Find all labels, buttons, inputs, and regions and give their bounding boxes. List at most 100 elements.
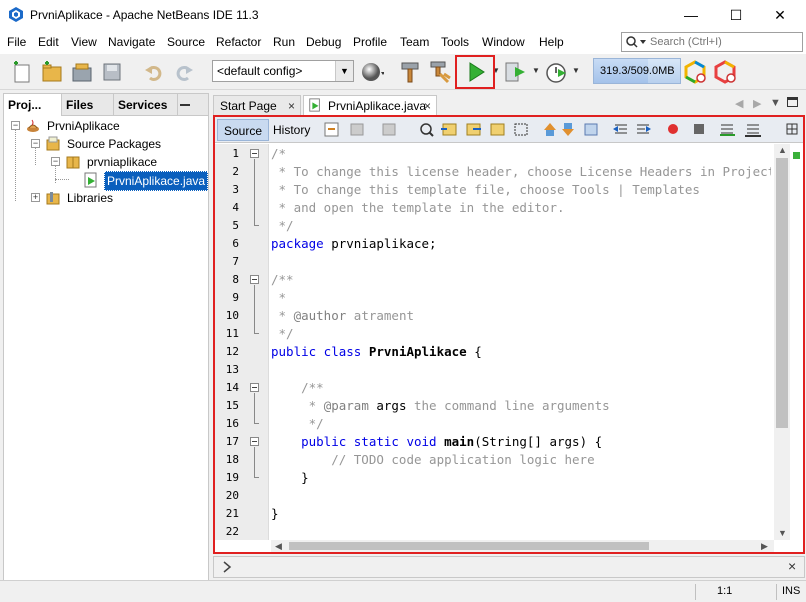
- shift-left-icon[interactable]: [613, 124, 627, 134]
- horizontal-scrollbar[interactable]: ◀ ▶: [271, 540, 774, 552]
- search-input[interactable]: [650, 34, 800, 50]
- tree-item-project[interactable]: − PrvniAplikace: [4, 117, 208, 135]
- fold-toggle[interactable]: [250, 437, 259, 446]
- profile-ide-icon[interactable]: [713, 60, 737, 84]
- scroll-right-icon[interactable]: ▶: [761, 541, 768, 552]
- find-next-icon[interactable]: [466, 123, 481, 136]
- menu-source[interactable]: Source: [167, 35, 205, 49]
- expand-icon[interactable]: +: [31, 193, 40, 202]
- tab-start-page[interactable]: Start Page ×: [213, 95, 301, 115]
- menu-file[interactable]: File: [7, 35, 26, 49]
- forward-icon[interactable]: [382, 123, 396, 136]
- minimize-button[interactable]: —: [674, 4, 708, 26]
- menu-refactor[interactable]: Refactor: [216, 35, 261, 49]
- scroll-left-icon[interactable]: ◀: [275, 541, 282, 552]
- save-all-icon[interactable]: [100, 60, 124, 84]
- open-project-icon[interactable]: [70, 60, 94, 84]
- editor-toolbar: Source History: [215, 117, 803, 143]
- code-text: the command line arguments: [406, 398, 610, 413]
- close-icon[interactable]: ×: [288, 96, 295, 116]
- next-bookmark-icon[interactable]: [562, 123, 574, 136]
- vertical-scroll-thumb[interactable]: [776, 158, 788, 428]
- find-previous-icon[interactable]: [441, 123, 457, 136]
- scroll-up-icon[interactable]: ▲: [778, 145, 787, 155]
- search-box[interactable]: [621, 32, 803, 52]
- menu-view[interactable]: View: [71, 35, 97, 49]
- horizontal-scroll-thumb[interactable]: [289, 542, 649, 550]
- tab-prvniaplikace-java[interactable]: PrvniAplikace.java ×: [303, 95, 437, 115]
- comment-icon[interactable]: [720, 124, 735, 136]
- scroll-down-icon[interactable]: ▼: [778, 528, 787, 538]
- menu-team[interactable]: Team: [400, 35, 429, 49]
- menu-profile[interactable]: Profile: [353, 35, 387, 49]
- close-output-icon[interactable]: ×: [788, 558, 796, 574]
- debug-dropdown-icon[interactable]: ▼: [532, 66, 540, 75]
- menu-help[interactable]: Help: [539, 35, 564, 49]
- vertical-scrollbar[interactable]: ▲ ▼: [774, 144, 790, 540]
- tab-projects[interactable]: Proj...: [4, 94, 62, 116]
- tab-services[interactable]: Services: [114, 94, 178, 116]
- collapse-icon[interactable]: −: [51, 157, 60, 166]
- chevron-down-icon[interactable]: ▼: [335, 61, 353, 81]
- show-opened-documents-icon[interactable]: ▼: [770, 97, 781, 109]
- tree-item-package[interactable]: − prvniaplikace: [4, 153, 208, 171]
- scroll-tabs-right-icon[interactable]: ▶: [753, 97, 761, 110]
- memory-indicator[interactable]: 319.3/509.0MB: [593, 58, 681, 84]
- minimize-panel-icon[interactable]: [178, 98, 192, 112]
- source-mode-button[interactable]: Source: [217, 119, 270, 141]
- close-window-button[interactable]: ✕: [763, 4, 797, 26]
- menu-edit[interactable]: Edit: [38, 35, 59, 49]
- code-line: * and open the template in the editor.: [271, 200, 565, 215]
- configuration-select[interactable]: <default config> ▼: [212, 60, 354, 82]
- tree-item-libraries[interactable]: + Libraries: [4, 189, 208, 207]
- start-macro-icon[interactable]: [668, 124, 678, 134]
- fold-toggle[interactable]: [250, 383, 259, 392]
- back-icon[interactable]: [350, 123, 364, 136]
- collapse-icon[interactable]: −: [11, 121, 20, 130]
- project-name: PrvniAplikace: [47, 119, 120, 133]
- stop-macro-icon[interactable]: [694, 124, 704, 134]
- tree-item-source-packages[interactable]: − Source Packages: [4, 135, 208, 153]
- undo-icon[interactable]: [142, 60, 166, 84]
- debug-project-icon[interactable]: [503, 60, 527, 84]
- new-file-icon[interactable]: [10, 60, 34, 84]
- close-icon[interactable]: ×: [424, 96, 431, 116]
- shift-right-icon[interactable]: [637, 124, 651, 134]
- build-hammer-icon[interactable]: [398, 60, 422, 84]
- last-edit-icon[interactable]: [324, 122, 339, 137]
- tab-files[interactable]: Files: [62, 94, 114, 116]
- uncomment-icon[interactable]: [745, 124, 761, 137]
- redo-icon[interactable]: [172, 60, 196, 84]
- code-text: *: [271, 398, 324, 413]
- history-mode-button[interactable]: History: [267, 119, 316, 141]
- clean-build-icon[interactable]: [428, 60, 452, 84]
- code-keyword: package: [271, 236, 324, 251]
- chevron-right-icon[interactable]: [220, 560, 234, 574]
- menu-window[interactable]: Window: [482, 35, 525, 49]
- menu-debug[interactable]: Debug: [306, 35, 341, 49]
- tree-item-file[interactable]: PrvniAplikace.java: [4, 171, 209, 191]
- rect-selection-icon[interactable]: [514, 123, 528, 136]
- new-project-icon[interactable]: [40, 60, 64, 84]
- maximize-button[interactable]: ☐: [719, 4, 753, 26]
- code-editor[interactable]: /* * To change this license header, choo…: [271, 144, 771, 540]
- fold-toggle[interactable]: [250, 275, 259, 284]
- menu-tools[interactable]: Tools: [441, 35, 469, 49]
- globe-icon[interactable]: [360, 60, 384, 84]
- maximize-editor-icon[interactable]: [787, 97, 798, 107]
- gc-icon[interactable]: [683, 60, 707, 84]
- scroll-tabs-left-icon[interactable]: ◀: [735, 97, 743, 110]
- toggle-highlight-icon[interactable]: [490, 123, 505, 136]
- fold-toggle[interactable]: [250, 149, 259, 158]
- line-number: 2: [232, 165, 239, 178]
- error-stripe[interactable]: [790, 144, 803, 540]
- collapse-icon[interactable]: −: [31, 139, 40, 148]
- previous-bookmark-icon[interactable]: [544, 123, 556, 136]
- profile-dropdown-icon[interactable]: ▼: [572, 66, 580, 75]
- menu-navigate[interactable]: Navigate: [108, 35, 155, 49]
- menu-run[interactable]: Run: [273, 35, 295, 49]
- profile-project-icon[interactable]: [544, 60, 568, 84]
- toggle-bookmark-icon[interactable]: [584, 123, 598, 136]
- split-editor-icon[interactable]: [786, 123, 798, 135]
- find-selection-icon[interactable]: [420, 123, 434, 137]
